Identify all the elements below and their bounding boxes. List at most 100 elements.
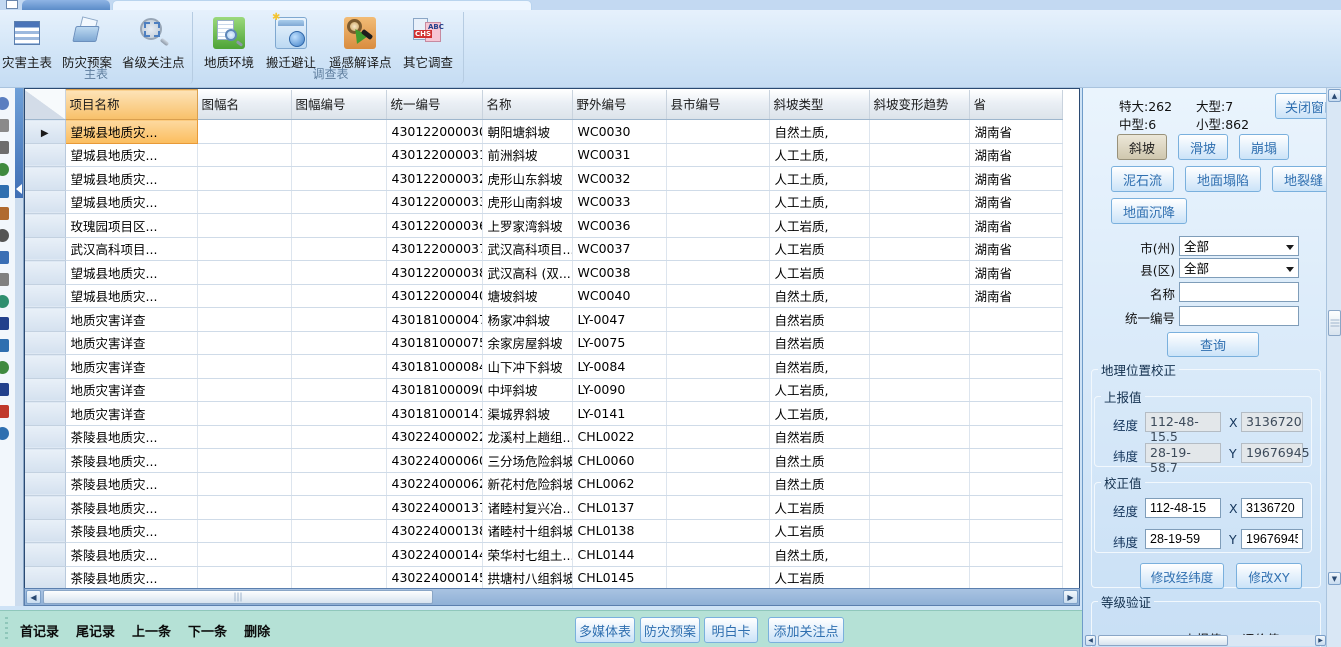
table-cell[interactable] [666,331,769,355]
table-cell[interactable]: 430224000138 [386,519,482,543]
table-cell[interactable]: 湖南省 [969,261,1062,285]
table-cell[interactable]: WC0040 [572,284,666,308]
table-cell[interactable]: CHL0060 [572,449,666,473]
scroll-thumb[interactable] [1098,635,1228,646]
scroll-left-icon[interactable]: ◀ [1085,635,1096,646]
table-cell[interactable] [291,143,386,167]
row-selector[interactable] [25,402,65,426]
table-cell[interactable]: 望城县地质灾... [65,120,197,144]
scroll-down-icon[interactable]: ▼ [1328,572,1341,585]
scroll-left-icon[interactable]: ◀ [26,590,41,604]
table-cell[interactable]: 人工岩质 [769,496,869,520]
table-cell[interactable]: 武汉高科 (双... [482,261,572,285]
type-button-debris-flow[interactable]: 泥石流 [1111,166,1174,192]
delete-record-button[interactable]: 删除 [244,621,270,640]
table-cell[interactable] [869,543,969,567]
ribbon-tab[interactable] [22,0,110,10]
column-header[interactable]: 野外编号 [572,90,666,120]
table-cell[interactable]: 自然土质, [769,543,869,567]
scroll-thumb[interactable] [43,590,433,604]
table-cell[interactable] [869,566,969,590]
table-cell[interactable]: 人工土质, [769,190,869,214]
panel-vertical-scrollbar[interactable]: ▲ ▼ [1326,88,1341,647]
table-cell[interactable]: LY-0075 [572,331,666,355]
table-cell[interactable]: 虎形山南斜坡 [482,190,572,214]
table-cell[interactable] [869,284,969,308]
table-cell[interactable] [197,402,291,426]
table-cell[interactable]: 塘坡斜坡 [482,284,572,308]
table-cell[interactable]: LY-0084 [572,355,666,379]
table-cell[interactable] [291,543,386,567]
row-selector[interactable] [25,519,65,543]
table-cell[interactable] [969,449,1062,473]
table-cell[interactable] [869,308,969,332]
left-toolbar-icon[interactable] [0,361,9,374]
table-cell[interactable]: 自然岩质 [769,308,869,332]
column-header[interactable]: 名称 [482,90,572,120]
table-cell[interactable]: 荣华村七组土... [482,543,572,567]
row-selector[interactable] [25,425,65,449]
table-cell[interactable]: 430122000040 [386,284,482,308]
left-toolbar-icon[interactable] [0,251,9,264]
scroll-thumb[interactable] [1328,310,1341,336]
remote-sensing-point-button[interactable]: 遥感解译点 [329,16,392,71]
table-cell[interactable]: 430122000037 [386,237,482,261]
table-cell[interactable] [197,425,291,449]
left-toolbar-icon[interactable] [0,405,9,418]
table-cell[interactable] [291,566,386,590]
corrected-y-input[interactable] [1241,529,1303,549]
prevention-plan-bottom-button[interactable]: 防灾预案 [640,617,700,643]
table-cell[interactable] [666,120,769,144]
table-cell[interactable]: CHL0062 [572,472,666,496]
table-cell[interactable] [666,378,769,402]
table-cell[interactable]: 茶陵县地质灾... [65,472,197,496]
table-cell[interactable]: 430181000084 [386,355,482,379]
table-cell[interactable]: WC0037 [572,237,666,261]
row-selector-header[interactable] [25,90,65,120]
scroll-up-icon[interactable]: ▲ [1328,89,1341,102]
row-selector[interactable] [25,543,65,567]
table-cell[interactable]: CHL0137 [572,496,666,520]
table-cell[interactable]: 茶陵县地质灾... [65,566,197,590]
table-cell[interactable] [869,496,969,520]
table-cell[interactable]: 湖南省 [969,284,1062,308]
table-cell[interactable]: CHL0145 [572,566,666,590]
table-cell[interactable] [197,120,291,144]
table-cell[interactable] [666,543,769,567]
scroll-right-icon[interactable]: ▶ [1315,635,1326,646]
table-cell[interactable] [291,331,386,355]
clarity-card-button[interactable]: 明白卡 [704,617,758,643]
table-cell[interactable] [869,261,969,285]
unified-code-input[interactable] [1179,306,1299,326]
table-cell[interactable] [291,378,386,402]
table-cell[interactable]: 430122000030 [386,120,482,144]
table-cell[interactable]: 人工土质, [769,143,869,167]
table-cell[interactable]: 430181000141 [386,402,482,426]
table-cell[interactable]: LY-0141 [572,402,666,426]
table-cell[interactable]: 自然土质 [769,472,869,496]
table-cell[interactable]: 自然岩质 [769,331,869,355]
table-cell[interactable] [291,284,386,308]
table-cell[interactable] [969,543,1062,567]
row-selector[interactable] [25,284,65,308]
table-cell[interactable] [666,449,769,473]
table-cell[interactable] [666,167,769,191]
table-cell[interactable]: 望城县地质灾... [65,261,197,285]
table-cell[interactable] [969,308,1062,332]
table-cell[interactable] [969,496,1062,520]
type-button-slope[interactable]: 斜坡 [1117,134,1167,160]
table-cell[interactable]: CHL0022 [572,425,666,449]
table-cell[interactable]: 余家房屋斜坡 [482,331,572,355]
table-cell[interactable] [291,237,386,261]
left-toolbar-icon[interactable] [0,141,9,154]
table-cell[interactable] [666,566,769,590]
row-selector[interactable] [25,331,65,355]
left-toolbar-icon[interactable] [0,295,9,308]
table-cell[interactable]: 茶陵县地质灾... [65,449,197,473]
table-cell[interactable]: 人工岩质 [769,519,869,543]
table-cell[interactable] [197,190,291,214]
table-cell[interactable]: WC0036 [572,214,666,238]
table-cell[interactable] [197,167,291,191]
table-cell[interactable]: LY-0047 [572,308,666,332]
table-cell[interactable] [869,355,969,379]
